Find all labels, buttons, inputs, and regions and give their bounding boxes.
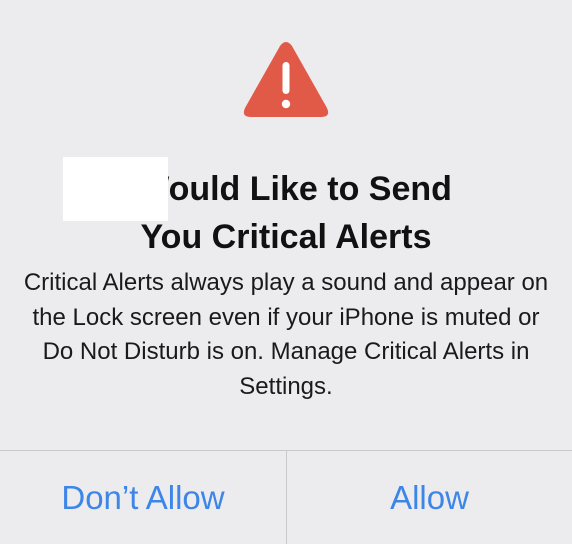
dont-allow-button[interactable]: Don’t Allow — [0, 451, 286, 544]
dialog-message: Critical Alerts always play a sound and … — [23, 269, 549, 400]
critical-alerts-dialog: ’ Would Like to Send You Critical Alerts… — [0, 0, 572, 544]
warning-triangle-icon — [243, 42, 329, 117]
allow-button[interactable]: Allow — [287, 451, 572, 544]
redacted-app-name — [63, 157, 168, 221]
